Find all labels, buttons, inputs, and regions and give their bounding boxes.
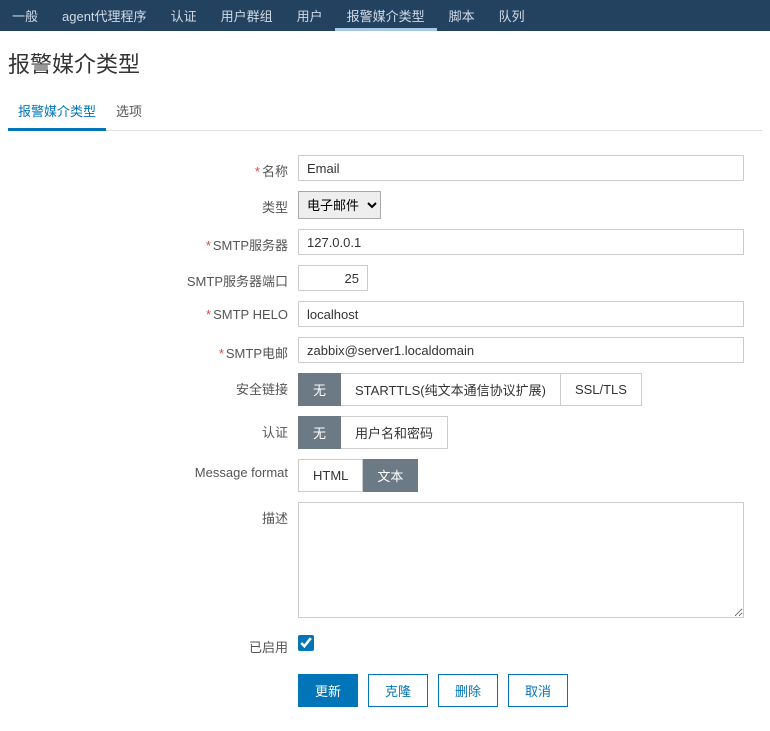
input-name[interactable] [298,155,744,181]
textarea-description[interactable] [298,502,744,618]
label-message-format: Message format [8,459,298,480]
label-smtp-helo: *SMTP HELO [8,301,298,322]
input-smtp-port[interactable] [298,265,368,291]
top-nav-item-general[interactable]: 一般 [0,0,50,31]
auth-option-none[interactable]: 无 [298,416,341,449]
clone-button[interactable]: 克隆 [368,674,428,707]
page-area: 报警媒介类型 报警媒介类型 选项 *名称 类型 电子邮件 *SMTP服务器 SM… [0,31,770,731]
security-option-starttls[interactable]: STARTTLS(纯文本通信协议扩展) [341,373,561,406]
top-nav-item-mediatypes[interactable]: 报警媒介类型 [335,0,437,31]
update-button[interactable]: 更新 [298,674,358,707]
label-enabled: 已启用 [8,631,298,656]
label-security: 安全链接 [8,373,298,398]
top-nav-item-scripts[interactable]: 脚本 [437,0,487,31]
label-smtp-server: *SMTP服务器 [8,229,298,254]
format-option-text[interactable]: 文本 [363,459,418,492]
page-title: 报警媒介类型 [8,47,762,79]
label-type: 类型 [8,191,298,216]
cancel-button[interactable]: 取消 [508,674,568,707]
security-option-ssl[interactable]: SSL/TLS [561,373,642,406]
tab-options[interactable]: 选项 [106,93,152,130]
label-name: *名称 [8,155,298,180]
label-smtp-email: *SMTP电邮 [8,337,298,362]
top-nav-item-agent[interactable]: agent代理程序 [50,0,159,31]
input-smtp-server[interactable] [298,229,744,255]
segmented-message-format: HTML 文本 [298,459,418,492]
top-nav-item-queue[interactable]: 队列 [487,0,537,31]
top-nav-item-users[interactable]: 用户 [285,0,335,31]
label-smtp-port: SMTP服务器端口 [8,265,298,290]
segmented-security: 无 STARTTLS(纯文本通信协议扩展) SSL/TLS [298,373,642,406]
input-smtp-helo[interactable] [298,301,744,327]
form: *名称 类型 电子邮件 *SMTP服务器 SMTP服务器端口 *SMTP HEL… [8,149,762,721]
sub-tabs: 报警媒介类型 选项 [8,93,762,131]
delete-button[interactable]: 删除 [438,674,498,707]
security-option-none[interactable]: 无 [298,373,341,406]
top-nav: 一般 agent代理程序 认证 用户群组 用户 报警媒介类型 脚本 队列 [0,0,770,31]
checkbox-enabled[interactable] [298,635,314,651]
tab-media-type[interactable]: 报警媒介类型 [8,93,106,131]
auth-option-userpass[interactable]: 用户名和密码 [341,416,448,449]
select-type[interactable]: 电子邮件 [298,191,381,219]
label-description: 描述 [8,502,298,527]
input-smtp-email[interactable] [298,337,744,363]
format-option-html[interactable]: HTML [298,459,363,492]
action-buttons: 更新 克隆 删除 取消 [298,666,762,715]
label-auth: 认证 [8,416,298,441]
segmented-auth: 无 用户名和密码 [298,416,448,449]
top-nav-item-usergroups[interactable]: 用户群组 [209,0,285,31]
top-nav-item-auth[interactable]: 认证 [159,0,209,31]
